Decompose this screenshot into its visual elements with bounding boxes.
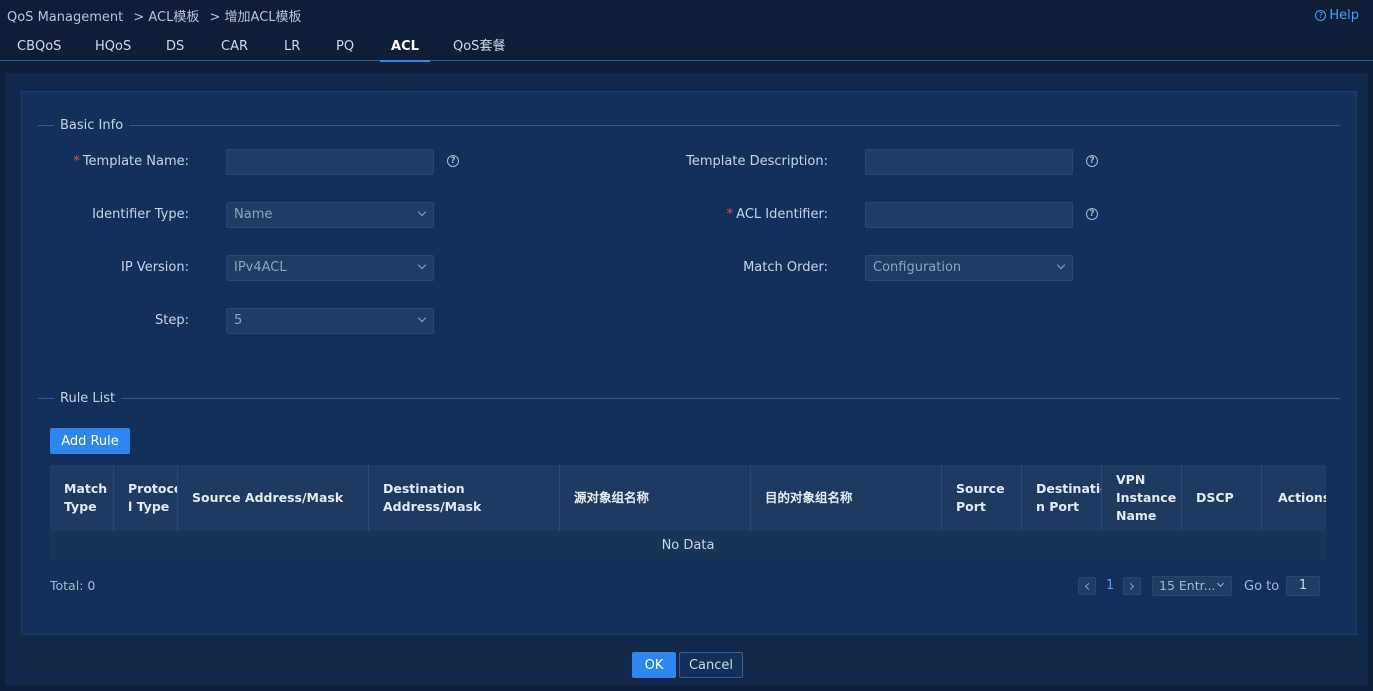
chevron-down-icon [417,207,427,217]
identifier-type-value: Name [234,207,273,222]
basic-info-title: Basic Info [54,118,130,133]
step-label: Step: [155,313,189,328]
column-header-dscp[interactable]: DSCP [1182,465,1262,531]
identifier-type-label: Identifier Type: [92,207,189,222]
column-header-source-port[interactable]: Source Port [942,465,1022,531]
top-bar: QoS Management > ACL模板 > 增加ACL模板 ? Help … [0,0,1373,62]
help-icon: ? [1315,10,1327,21]
no-data-row: No Data [50,531,1326,561]
ok-button[interactable]: OK [632,652,676,678]
add-rule-button[interactable]: Add Rule [50,428,130,454]
acl-identifier-input[interactable] [865,202,1073,228]
tab-cbqos[interactable]: CBQoS [17,32,61,61]
prev-page-button[interactable] [1078,577,1096,595]
tab-ds[interactable]: DS [166,32,184,61]
next-page-button[interactable] [1123,577,1141,595]
column-header-destination-address[interactable]: Destination Address/Mask [369,465,560,531]
template-name-input[interactable] [226,149,434,175]
help-link[interactable]: ? Help [1315,8,1359,23]
page-size-select[interactable]: 15 Entr... [1152,576,1232,596]
breadcrumb-item-acl-template[interactable]: > ACL模板 [133,10,199,25]
chevron-down-icon [417,260,427,270]
column-header-match-type[interactable]: Match Type [50,465,114,531]
template-name-help-icon[interactable]: ? [447,155,459,167]
table-header: Match Type Protoco l Type Source Address/M… [50,465,1326,531]
chevron-down-icon [1056,260,1066,270]
rule-list-title: Rule List [54,391,122,406]
acl-identifier-help-icon[interactable]: ? [1086,208,1098,220]
breadcrumb-item-qos-management[interactable]: QoS Management [7,10,123,25]
step-select[interactable]: 5 [226,308,434,334]
chevron-left-icon [1084,582,1093,591]
total-count: Total: 0 [50,578,96,593]
column-header-destination-object-group[interactable]: 目的对象组名称 [751,465,942,531]
tab-hqos[interactable]: HQoS [95,32,131,61]
tab-lr[interactable]: LR [284,32,300,61]
ip-version-label: IP Version: [121,260,189,275]
tab-bar: CBQoS HQoS DS CAR LR PQ ACL QoS套餐 [0,32,1373,62]
match-order-value: Configuration [873,260,962,275]
ip-version-value: IPv4ACL [234,260,287,275]
acl-identifier-label: * ACL Identifier: [726,207,828,222]
column-header-destination-port[interactable]: Destinatio n Port [1022,465,1102,531]
chevron-right-icon [1126,582,1135,591]
match-order-label: Match Order: [743,260,828,275]
column-header-source-object-group[interactable]: 源对象组名称 [560,465,751,531]
help-label: Help [1329,8,1359,23]
required-mark: * [73,154,80,169]
identifier-type-select[interactable]: Name [226,202,434,228]
breadcrumb: QoS Management > ACL模板 > 增加ACL模板 [7,6,308,25]
column-header-protocol-type[interactable]: Protoco l Type [114,465,178,531]
tab-acl[interactable]: ACL [380,32,430,62]
template-description-input[interactable] [865,149,1073,175]
template-name-label: * Template Name: [73,154,189,169]
ip-version-select[interactable]: IPv4ACL [226,255,434,281]
chevron-down-icon [1216,579,1225,588]
chevron-down-icon [417,313,427,323]
required-mark: * [726,207,734,222]
rule-table: Match Type Protoco l Type Source Address/M… [50,465,1326,561]
basic-info-divider [38,125,1340,126]
column-header-actions: Actions [1278,490,1326,505]
template-description-label: Template Description: [686,154,828,169]
column-header-source-address[interactable]: Source Address/Mask [178,465,369,531]
goto-page-input[interactable]: 1 [1286,576,1320,596]
tab-pq[interactable]: PQ [336,32,354,61]
page-size-value: 15 Entr... [1159,578,1216,593]
cancel-button[interactable]: Cancel [679,652,743,678]
current-page-number[interactable]: 1 [1106,578,1114,593]
breadcrumb-item-add-acl-template: > 增加ACL模板 [209,10,302,25]
tab-car[interactable]: CAR [221,32,248,61]
match-order-select[interactable]: Configuration [865,255,1073,281]
column-header-vpn-instance-name[interactable]: VPN Instance Name [1102,465,1182,531]
step-value: 5 [234,313,243,328]
goto-label: Go to [1244,579,1280,594]
tab-qos-package[interactable]: QoS套餐 [453,32,505,61]
rule-list-divider [38,398,1340,399]
template-description-help-icon[interactable]: ? [1086,155,1098,167]
